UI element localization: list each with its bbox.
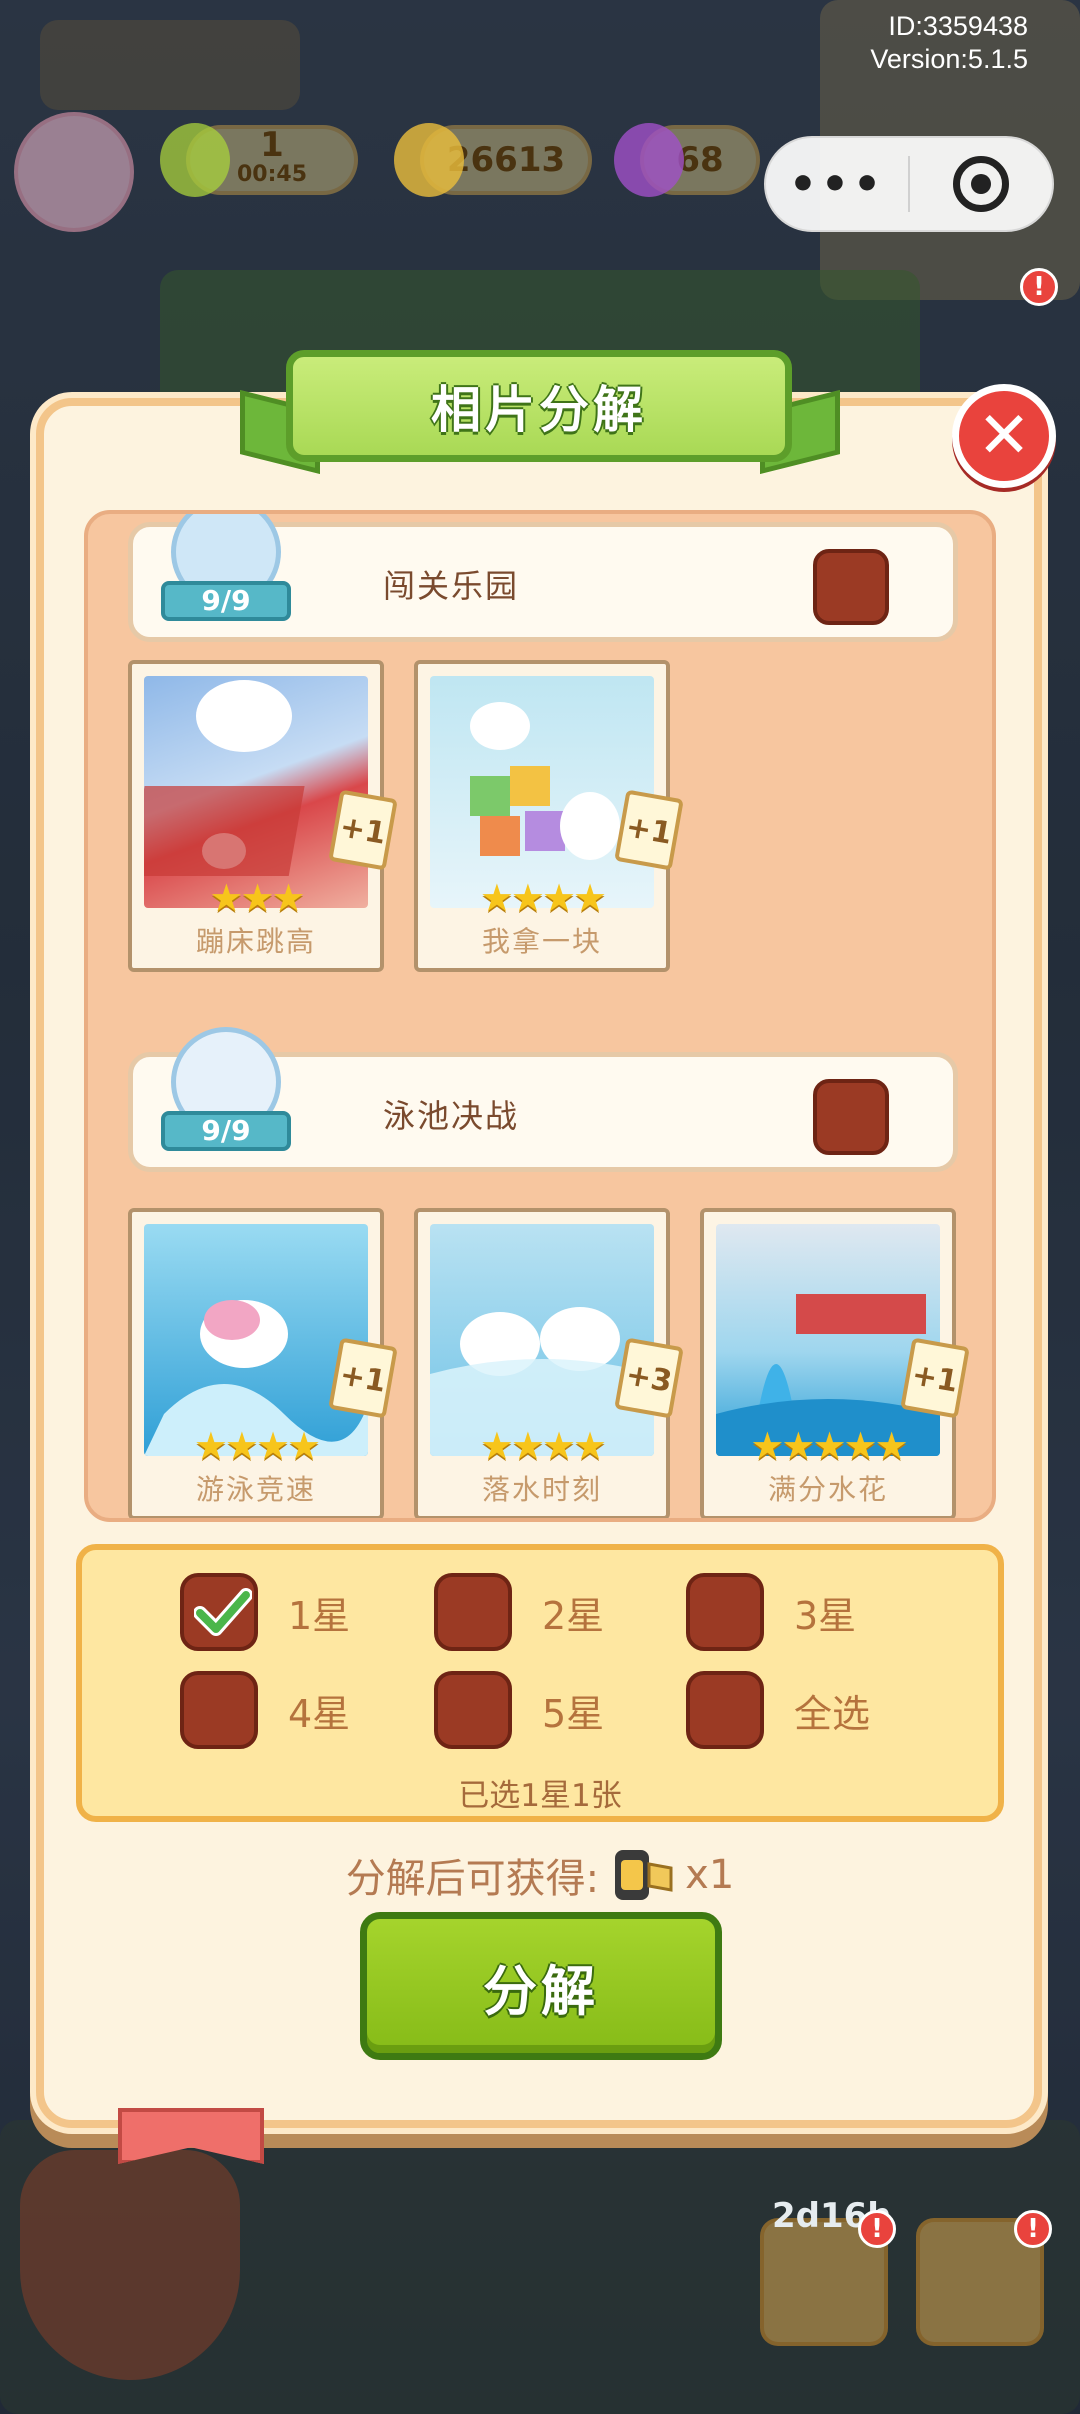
close-icon: ✕	[977, 399, 1031, 473]
photo-trampoline-image	[144, 676, 368, 908]
close-miniprogram-button[interactable]	[910, 156, 1052, 212]
photo-title: 我拿一块	[481, 925, 602, 958]
avatar[interactable]	[14, 112, 134, 232]
checkbox-checked[interactable]	[180, 1573, 258, 1651]
photo-blocks-image	[430, 676, 654, 908]
photo-perfect-splash-image	[716, 1224, 940, 1456]
energy-value: 1	[260, 125, 284, 165]
duplicate-count-badge: +1	[328, 1337, 398, 1419]
option-label: 全选	[794, 1691, 871, 1736]
checkbox[interactable]	[434, 1573, 512, 1651]
group-badge: 9/9	[161, 1027, 291, 1157]
id-version-info: ID:3359438 Version:5.1.5	[870, 10, 1028, 76]
option-label: 1星	[288, 1593, 351, 1638]
photo-list-scroll[interactable]: 9/9 闯关乐园 +1 ★★★ 蹦床跳高 +1 ★★★★ 我拿一块 9/9 泳池…	[84, 510, 996, 1522]
filter-option-4-star[interactable]: 4星	[180, 1670, 350, 1750]
coin-icon	[394, 123, 464, 197]
filter-option-1-star[interactable]: 1星	[180, 1572, 350, 1652]
reward-info: 分解后可获得: x1	[0, 1840, 1080, 1910]
photo-title: 落水时刻	[481, 1473, 602, 1506]
option-label: 3星	[794, 1593, 857, 1638]
group-name: 闯关乐园	[383, 567, 520, 605]
group-progress: 9/9	[161, 1111, 291, 1151]
version-text: Version:5.1.5	[870, 44, 1028, 74]
photo-splash-image	[430, 1224, 654, 1456]
checkbox[interactable]	[686, 1671, 764, 1749]
group-header-1[interactable]: 9/9 闯关乐园	[128, 514, 958, 642]
filter-option-2-star[interactable]: 2星	[434, 1572, 604, 1652]
coin-counter[interactable]: 26613	[394, 123, 592, 197]
film-roll-icon	[607, 1840, 677, 1910]
photo-card[interactable]: +3 ★★★★ 落水时刻	[414, 1208, 684, 1518]
star-filter-panel: 1星 2星 3星 4星 5星 全选 已选1星1张	[76, 1544, 1004, 1822]
checkbox[interactable]	[686, 1573, 764, 1651]
checkbox[interactable]	[434, 1671, 512, 1749]
selection-summary: 已选1星1张	[458, 1778, 622, 1814]
duplicate-count-badge: +1	[900, 1337, 970, 1419]
photo-title: 游泳竞速	[195, 1473, 316, 1506]
modal-title-banner: 相片分解	[286, 350, 792, 462]
modal-title: 相片分解	[431, 381, 647, 439]
group-name: 泳池决战	[383, 1097, 520, 1135]
notification-badge: !	[858, 2210, 896, 2248]
reward-label: 分解后可获得:	[345, 1856, 600, 1902]
option-label: 2星	[542, 1593, 605, 1638]
close-button[interactable]: ✕	[952, 384, 1056, 488]
filter-option-5-star[interactable]: 5星	[434, 1670, 604, 1750]
star-rating: ★★★★	[193, 1424, 321, 1468]
photo-title: 蹦床跳高	[195, 925, 316, 958]
star-rating: ★★★★	[479, 1424, 607, 1468]
lightning-icon	[160, 123, 230, 197]
photo-card[interactable]: +1 ★★★★ 我拿一块	[414, 660, 684, 972]
decompose-button[interactable]: 分解	[360, 1912, 722, 2060]
photo-card[interactable]: +1 ★★★★ 游泳竞速	[128, 1208, 398, 1518]
photo-title: 满分水花	[767, 1473, 888, 1506]
star-rating: ★★★	[209, 876, 305, 920]
notification-badge: !	[1014, 2210, 1052, 2248]
photo-card[interactable]: +1 ★★★ 蹦床跳高	[128, 660, 398, 972]
checkmark-icon	[194, 1588, 252, 1636]
group-header-2[interactable]: 9/9 泳池决战	[128, 1027, 958, 1172]
photo-card[interactable]: +1 ★★★★★ 满分水花	[700, 1208, 970, 1518]
star-rating: ★★★★	[479, 876, 607, 920]
filter-option-select-all[interactable]: 全选	[686, 1670, 870, 1750]
duplicate-count-badge: +3	[614, 1337, 684, 1419]
miniprogram-capsule: •••	[764, 136, 1054, 232]
more-menu-button[interactable]: •••	[766, 159, 908, 210]
duplicate-count-badge: +1	[328, 789, 398, 871]
group-select-checkbox[interactable]	[813, 549, 889, 625]
energy-counter[interactable]: 1 00:45	[160, 123, 358, 197]
option-label: 5星	[542, 1691, 605, 1736]
notification-badge: !	[1020, 268, 1058, 306]
photo-swimming-image	[144, 1224, 368, 1456]
energy-timer: 00:45	[236, 162, 308, 187]
duplicate-count-badge: +1	[614, 789, 684, 871]
coin-value: 26613	[446, 140, 566, 180]
star-rating: ★★★★★	[750, 1424, 908, 1468]
gem-counter[interactable]: 68	[614, 123, 760, 197]
checkbox[interactable]	[180, 1671, 258, 1749]
user-id-text: ID:3359438	[888, 11, 1028, 41]
group-select-checkbox[interactable]	[813, 1079, 889, 1155]
filter-option-3-star[interactable]: 3星	[686, 1572, 856, 1652]
reward-amount: x1	[685, 1852, 735, 1898]
group-badge: 9/9	[161, 514, 291, 627]
decompose-button-label: 分解	[483, 1959, 599, 2023]
group-progress: 9/9	[161, 581, 291, 621]
option-label: 4星	[288, 1691, 351, 1736]
target-icon	[952, 156, 1009, 212]
gem-icon	[614, 123, 684, 197]
